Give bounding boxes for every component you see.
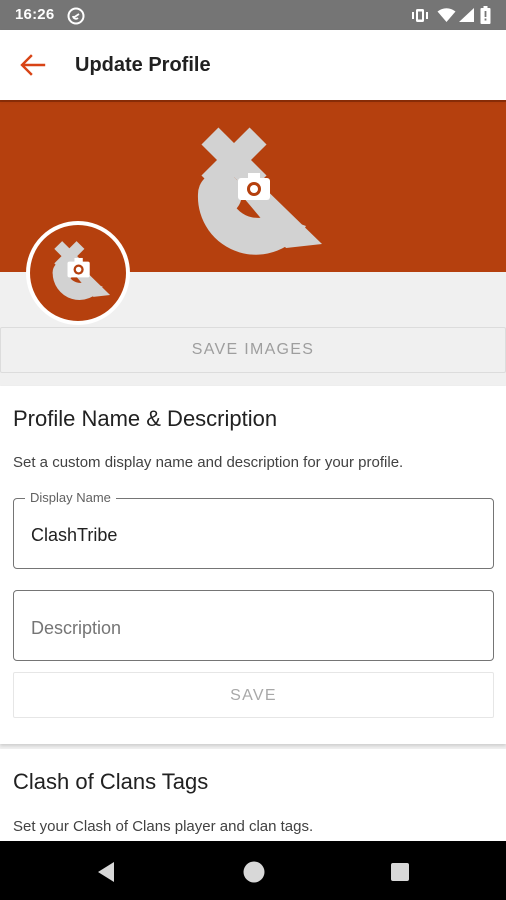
- description-field[interactable]: Description: [13, 590, 494, 661]
- section-title: Profile Name & Description: [13, 406, 278, 431]
- description-placeholder: Description: [31, 618, 122, 638]
- system-navigation-bar: [0, 841, 506, 900]
- signal-icon: [459, 8, 474, 22]
- avatar[interactable]: [26, 221, 130, 325]
- display-name-field[interactable]: Display Name ClashTribe: [13, 490, 494, 569]
- app-bar: Update Profile: [0, 30, 506, 100]
- status-bar: 16:26: [0, 0, 506, 30]
- back-triangle-icon[interactable]: [96, 861, 116, 883]
- section-description: Set your Clash of Clans player and clan …: [13, 818, 314, 835]
- section-description: Set a custom display name and descriptio…: [13, 454, 404, 471]
- recents-square-icon[interactable]: [390, 862, 410, 882]
- save-button[interactable]: SAVE: [13, 672, 494, 718]
- section-title: Clash of Clans Tags: [13, 769, 209, 794]
- clash-tribe-logo-icon: [52, 241, 111, 300]
- battery-icon: [480, 6, 491, 24]
- back-arrow-icon[interactable]: [18, 52, 48, 78]
- vibrate-icon: [412, 9, 428, 22]
- clash-tags-card: Clash of Clans Tags Set your Clash of Cl…: [0, 749, 506, 841]
- wifi-icon: [437, 8, 456, 22]
- profile-name-description-card: Profile Name & Description Set a custom …: [0, 386, 506, 744]
- page-title: Update Profile: [75, 54, 211, 76]
- home-circle-icon[interactable]: [242, 860, 266, 884]
- save-images-button[interactable]: SAVE IMAGES: [0, 327, 506, 373]
- sync-icon: [67, 7, 85, 25]
- clash-tribe-logo-icon: [197, 127, 322, 255]
- status-time: 16:26: [15, 6, 55, 23]
- display-name-value[interactable]: ClashTribe: [31, 525, 117, 546]
- display-name-label: Display Name: [25, 490, 116, 505]
